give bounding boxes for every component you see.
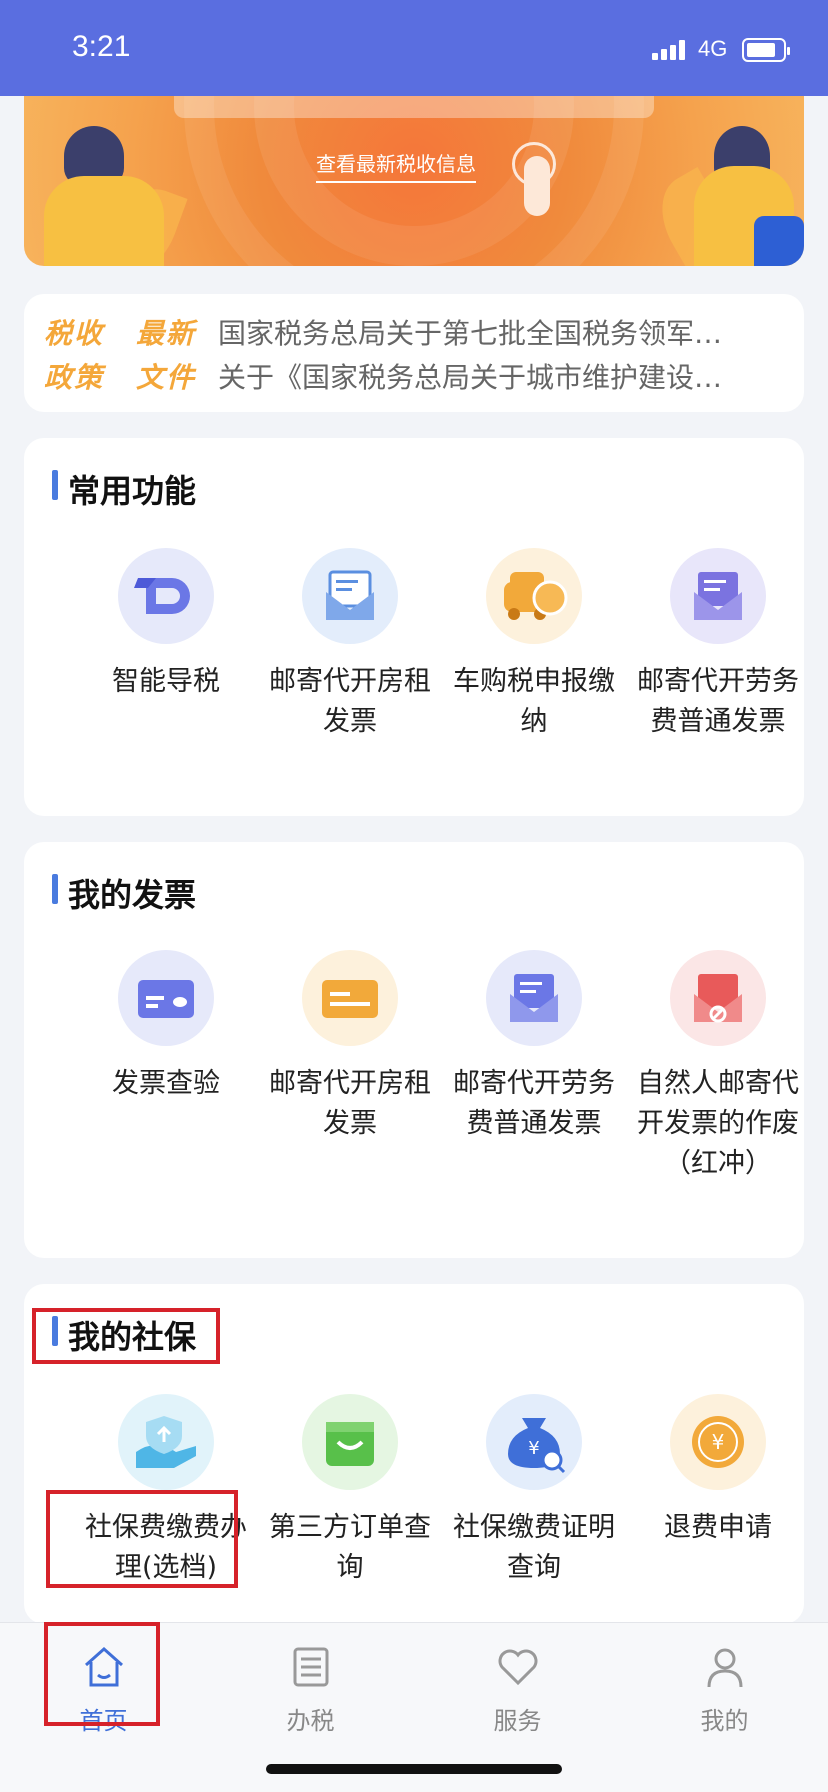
tab-service[interactable]: 服务 <box>414 1631 621 1736</box>
tab-mine[interactable]: 我的 <box>621 1631 828 1736</box>
news-item[interactable]: 国家税务总局关于第七批全国税务领军… <box>218 312 778 352</box>
heart-icon <box>494 1643 542 1691</box>
news-tag-latest: 最新 <box>136 317 197 350</box>
function-label: 退费申请 <box>664 1512 772 1543</box>
function-label: 邮寄代开劳务费普通发票 <box>637 666 799 737</box>
invoice-check[interactable]: 发票查验 <box>74 950 258 1104</box>
function-label: 自然人邮寄代开发票的作废（红冲） <box>637 1068 799 1179</box>
function-mail-labor-invoice[interactable]: 邮寄代开劳务费普通发票 <box>626 548 810 742</box>
invoice-void-icon <box>670 950 766 1046</box>
third-party-order-query[interactable]: 第三方订单查询 <box>258 1394 442 1588</box>
function-label: 第三方订单查询 <box>269 1512 431 1583</box>
shopping-bag-icon <box>302 1394 398 1490</box>
section-title: 常用功能 <box>52 466 196 512</box>
invoice-void[interactable]: 自然人邮寄代开发票的作废（红冲） <box>626 950 810 1184</box>
tab-tax[interactable]: 办税 <box>207 1631 414 1736</box>
money-bag-search-icon: ¥ <box>486 1394 582 1490</box>
labor-invoice-icon <box>486 950 582 1046</box>
svg-text:¥: ¥ <box>528 1438 539 1459</box>
function-label: 邮寄代开房租发票 <box>269 1068 431 1139</box>
user-icon <box>701 1643 749 1691</box>
tab-label: 我的 <box>700 1707 749 1735</box>
mail-house-invoice-icon <box>302 548 398 644</box>
svg-text:¥: ¥ <box>712 1430 725 1454</box>
battery-icon <box>742 38 790 62</box>
function-label: 智能导税 <box>112 666 220 697</box>
highlight-social-insurance-pay <box>46 1490 238 1588</box>
house-invoice-icon <box>302 950 398 1046</box>
status-time: 3:21 <box>72 30 131 63</box>
payment-certificate-query[interactable]: ¥ 社保缴费证明查询 <box>442 1394 626 1588</box>
section-title: 我的发票 <box>52 870 196 916</box>
news-item[interactable]: 关于《国家税务总局关于城市维护建设… <box>218 356 778 396</box>
status-bar: 3:21 4G <box>0 0 828 96</box>
refund-application[interactable]: ¥ 退费申请 <box>626 1394 810 1548</box>
section-my-invoices: 我的发票 发票查验 邮寄代开房租发票 邮寄代开劳务费普通发票 自然人邮寄代开发票… <box>24 842 804 1258</box>
hand-icon <box>524 156 550 216</box>
function-smart-guide[interactable]: 智能导税 <box>74 548 258 702</box>
list-icon <box>287 1643 335 1691</box>
function-label: 发票查验 <box>112 1068 220 1099</box>
highlight-my-social-insurance <box>32 1308 220 1364</box>
section-common-functions: 常用功能 智能导税 邮寄代开房租发票 车购税申报缴纳 邮寄代开劳务费普通发票 <box>24 438 804 816</box>
function-label: 邮寄代开房租发票 <box>269 666 431 737</box>
invoice-check-icon <box>118 950 214 1046</box>
network-type: 4G <box>698 36 728 61</box>
promo-banner[interactable]: 查看最新税收信息 <box>24 96 804 266</box>
news-tag-policy: 政策 <box>44 361 105 394</box>
function-label: 车购税申报缴纳 <box>453 666 615 737</box>
function-mail-house-invoice[interactable]: 邮寄代开房租发票 <box>258 548 442 742</box>
function-label: 邮寄代开劳务费普通发票 <box>453 1068 615 1139</box>
news-tag-file: 文件 <box>136 361 197 394</box>
social-insurance-pay-icon <box>118 1394 214 1490</box>
banner-link[interactable]: 查看最新税收信息 <box>316 148 476 183</box>
smart-guide-icon <box>118 548 214 644</box>
function-car-tax[interactable]: 车购税申报缴纳 <box>442 548 626 742</box>
news-tag-tax: 税收 <box>44 317 105 350</box>
invoice-house[interactable]: 邮寄代开房租发票 <box>258 950 442 1144</box>
refund-icon: ¥ <box>670 1394 766 1490</box>
home-indicator <box>266 1764 562 1774</box>
mail-labor-invoice-icon <box>670 548 766 644</box>
tab-label: 办税 <box>286 1707 335 1735</box>
tab-label: 服务 <box>493 1707 542 1735</box>
banner-title-graphic <box>174 96 654 118</box>
invoice-labor[interactable]: 邮寄代开劳务费普通发票 <box>442 950 626 1144</box>
highlight-home-tab <box>44 1622 160 1726</box>
function-label: 社保缴费证明查询 <box>453 1512 615 1583</box>
signal-icon <box>652 40 686 60</box>
car-tax-icon <box>486 548 582 644</box>
policy-news-card[interactable]: 税收 政策 最新 文件 国家税务总局关于第七批全国税务领军… 关于《国家税务总局… <box>24 294 804 412</box>
